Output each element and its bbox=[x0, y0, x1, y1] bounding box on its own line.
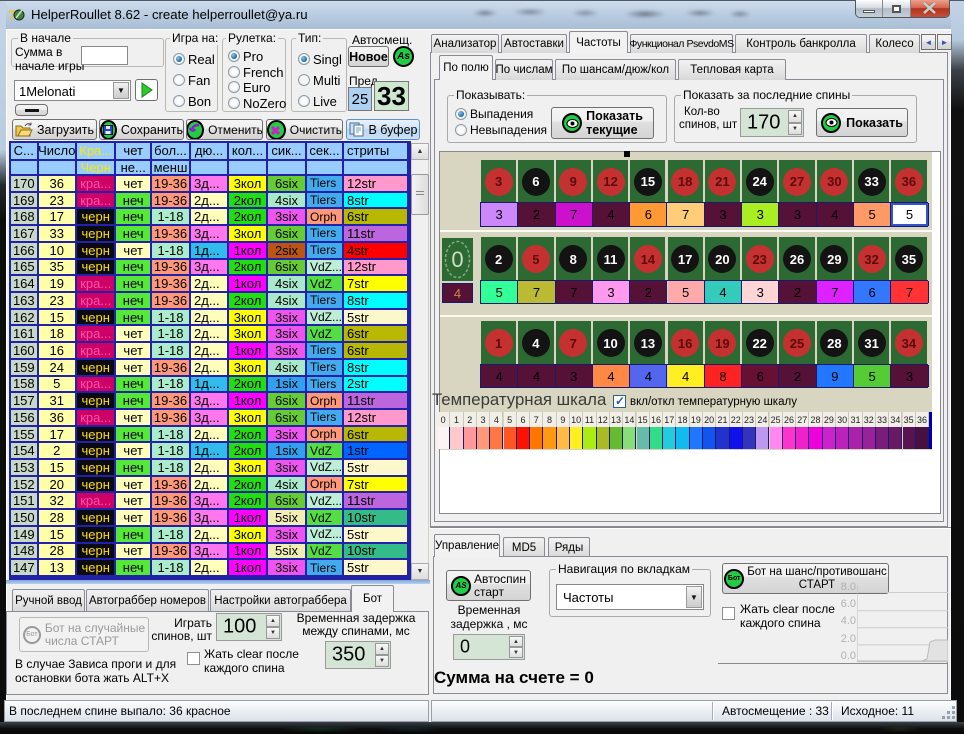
svg-text:0: 0 bbox=[451, 247, 463, 272]
